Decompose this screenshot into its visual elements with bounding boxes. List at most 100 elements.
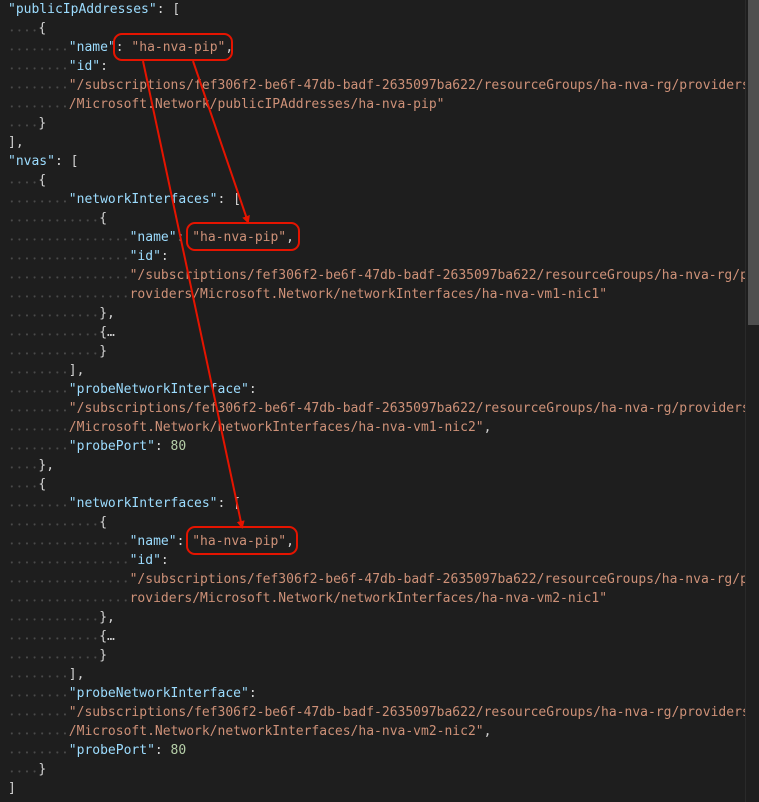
code-line: ] xyxy=(8,779,16,798)
code-token: 80 xyxy=(170,743,187,758)
json-editor[interactable]: "publicIpAddresses": [{"name": "ha-nva-p… xyxy=(0,0,745,802)
code-token: : [ xyxy=(217,192,241,207)
indent-guide xyxy=(8,608,100,627)
code-line: "probeNetworkInterface": xyxy=(8,684,257,703)
code-token: , xyxy=(225,40,234,55)
code-token: "ha-nva-pip" xyxy=(192,230,287,245)
code-line: } xyxy=(8,760,46,779)
code-line: { xyxy=(8,171,46,190)
code-line: } xyxy=(8,646,107,665)
code-line: "networkInterfaces": [ xyxy=(8,494,241,513)
code-token: "networkInterfaces" xyxy=(68,496,218,511)
indent-guide xyxy=(8,722,69,741)
indent-guide xyxy=(8,589,130,608)
indent-guide xyxy=(8,209,100,228)
indent-guide xyxy=(8,418,69,437)
code-line: "probePort": 80 xyxy=(8,437,186,456)
code-token: "probePort" xyxy=(68,743,155,758)
code-token: /Microsoft.Network/publicIPAddresses/ha-… xyxy=(68,97,445,112)
code-token: } xyxy=(99,344,108,359)
indent-guide xyxy=(8,247,130,266)
code-token: "name" xyxy=(129,230,177,245)
code-token: : xyxy=(248,382,257,397)
code-token: { xyxy=(99,211,108,226)
code-line: }, xyxy=(8,456,54,475)
indent-guide xyxy=(8,76,69,95)
code-token: "probeNetworkInterface" xyxy=(68,382,249,397)
scrollbar-thumb[interactable] xyxy=(748,0,759,325)
code-token: : xyxy=(115,40,132,55)
code-token: : [ xyxy=(156,2,181,17)
code-token: roviders/Microsoft.Network/networkInterf… xyxy=(129,287,608,302)
code-line: "name": "ha-nva-pip", xyxy=(8,532,294,551)
code-line: "nvas": [ xyxy=(8,152,78,171)
code-line: roviders/Microsoft.Network/networkInterf… xyxy=(8,285,607,304)
code-line: "networkInterfaces": [ xyxy=(8,190,241,209)
code-token: "ha-nva-pip" xyxy=(131,40,226,55)
indent-guide xyxy=(8,475,39,494)
code-token: : xyxy=(176,230,193,245)
indent-guide xyxy=(8,551,130,570)
indent-guide xyxy=(8,399,69,418)
indent-guide xyxy=(8,361,69,380)
code-token: roviders/Microsoft.Network/networkInterf… xyxy=(129,591,608,606)
code-line: /Microsoft.Network/networkInterfaces/ha-… xyxy=(8,722,491,741)
indent-guide xyxy=(8,703,69,722)
code-line: "probeNetworkInterface": xyxy=(8,380,257,399)
code-line: { xyxy=(8,513,107,532)
code-token: }, xyxy=(99,610,115,625)
indent-guide xyxy=(8,532,130,551)
folded-region-toggle[interactable]: {… xyxy=(99,325,115,340)
indent-guide xyxy=(8,627,100,646)
code-line: {… xyxy=(8,323,115,342)
code-line: "id": xyxy=(8,551,169,570)
code-token: { xyxy=(38,173,47,188)
indent-guide xyxy=(8,57,69,76)
code-token: }, xyxy=(99,306,115,321)
indent-guide xyxy=(8,342,100,361)
indent-guide xyxy=(8,228,130,247)
code-token: "probePort" xyxy=(68,439,155,454)
vertical-scrollbar[interactable] xyxy=(745,0,759,802)
code-line: }, xyxy=(8,304,115,323)
code-line: } xyxy=(8,114,46,133)
code-token: , xyxy=(286,230,294,245)
code-token: "/subscriptions/fef306f2-be6f-47db-badf-… xyxy=(68,705,745,720)
code-token: : xyxy=(160,553,169,568)
code-token: "name" xyxy=(68,40,116,55)
indent-guide xyxy=(8,285,130,304)
code-line: /Microsoft.Network/publicIPAddresses/ha-… xyxy=(8,95,444,114)
indent-guide xyxy=(8,380,69,399)
indent-guide xyxy=(8,456,39,475)
code-token: /Microsoft.Network/networkInterfaces/ha-… xyxy=(68,420,484,435)
code-line: }, xyxy=(8,608,115,627)
code-token: "/subscriptions/fef306f2-be6f-47db-badf-… xyxy=(68,78,745,93)
code-token: ] xyxy=(8,781,16,796)
indent-guide xyxy=(8,741,69,760)
indent-guide xyxy=(8,760,39,779)
code-token: "id" xyxy=(129,249,161,264)
code-token: "probeNetworkInterface" xyxy=(68,686,249,701)
indent-guide xyxy=(8,304,100,323)
code-token: "id" xyxy=(129,553,161,568)
indent-guide xyxy=(8,494,69,513)
code-token: ], xyxy=(68,667,85,682)
code-line: { xyxy=(8,209,107,228)
code-line: ], xyxy=(8,665,84,684)
code-token: { xyxy=(99,515,108,530)
code-token: ], xyxy=(68,363,85,378)
indent-guide xyxy=(8,570,130,589)
code-token: } xyxy=(99,648,108,663)
indent-guide xyxy=(8,684,69,703)
folded-region-toggle[interactable]: {… xyxy=(99,629,115,644)
code-token: : [ xyxy=(54,154,79,169)
code-token: "/subscriptions/fef306f2-be6f-47db-badf-… xyxy=(68,401,745,416)
indent-guide xyxy=(8,95,69,114)
code-line: "publicIpAddresses": [ xyxy=(8,0,180,19)
indent-guide xyxy=(8,513,100,532)
code-line: { xyxy=(8,19,46,38)
indent-guide xyxy=(8,665,69,684)
code-line: ], xyxy=(8,361,84,380)
indent-guide xyxy=(8,646,100,665)
code-token: ], xyxy=(8,135,24,150)
